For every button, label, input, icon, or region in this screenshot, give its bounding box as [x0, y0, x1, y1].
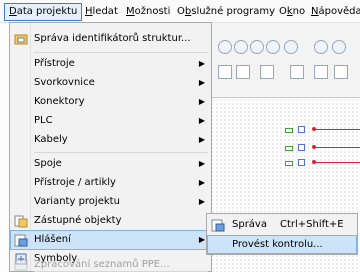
- data-projektu-menu: Správa identifikátorů struktur... Přístr…: [9, 22, 212, 272]
- connector-pin-icon: [298, 159, 305, 166]
- submenu-item-label: Správa: [232, 219, 267, 230]
- menu-item-label: Varianty projektu: [34, 196, 120, 207]
- placeholder-objects-icon: [14, 215, 28, 228]
- connector-pin-icon: [298, 144, 305, 151]
- terminal-icon: [285, 146, 293, 151]
- menu-hledat[interactable]: Hledat: [85, 4, 118, 20]
- submenu-arrow-icon: ▶: [198, 135, 205, 144]
- list-icon[interactable]: [260, 65, 274, 79]
- submenu-arrow-icon: ▶: [198, 159, 205, 168]
- menu-item-sprava-identifikatoru[interactable]: Správa identifikátorů struktur...: [10, 29, 211, 49]
- hlaseni-submenu: Správa Ctrl+Shift+E Provést kontrolu...: [206, 213, 358, 255]
- menu-item-label: Hlášení: [34, 234, 71, 245]
- menu-label: Okno: [279, 6, 306, 17]
- menu-obsluzne-programy[interactable]: Obslužné programy: [177, 4, 275, 20]
- macro-icon[interactable]: [236, 65, 250, 79]
- menu-item-label: Správa identifikátorů struktur...: [34, 33, 191, 44]
- menu-item-label: Konektory: [34, 96, 85, 107]
- zoom-window-icon[interactable]: [284, 40, 298, 54]
- menu-data-projektu[interactable]: Data projektu: [4, 3, 83, 21]
- report-icon[interactable]: [290, 65, 304, 79]
- menu-okno[interactable]: Okno: [279, 4, 305, 20]
- menu-item-zpracovani-ppe: Zpracování seznamů PPE...: [10, 255, 211, 272]
- grid-icon[interactable]: [314, 65, 328, 79]
- terminal-icon: [285, 161, 293, 166]
- submenu-item-sprava[interactable]: Správa Ctrl+Shift+E: [207, 215, 357, 234]
- toolbar: [211, 23, 360, 97]
- menu-label: Nápověda: [311, 6, 360, 17]
- menu-item-svorkovnice[interactable]: Svorkovnice ▶: [10, 73, 211, 93]
- message-manage-icon: [211, 219, 225, 232]
- wire: [315, 147, 360, 148]
- menu-item-label: Kabely: [34, 134, 68, 145]
- menu-item-pristroje[interactable]: Přístroje ▶: [10, 54, 211, 74]
- separator: [34, 152, 208, 153]
- menu-item-label: Zástupné objekty: [34, 215, 122, 226]
- menu-item-hlaseni[interactable]: Hlášení ▶: [10, 230, 211, 250]
- zoom-fit-icon[interactable]: [266, 40, 280, 54]
- separator: [34, 52, 208, 53]
- folder-grid-icon: [14, 34, 28, 45]
- zoom-in-icon[interactable]: [234, 40, 248, 54]
- submenu-arrow-icon: ▶: [198, 116, 205, 125]
- submenu-arrow-icon: ▶: [198, 178, 205, 187]
- submenu-arrow-icon: ▶: [198, 97, 205, 106]
- menu-item-plc[interactable]: PLC ▶: [10, 111, 211, 131]
- submenu-arrow-icon: ▶: [198, 59, 205, 68]
- circle-tool-icon[interactable]: [218, 40, 232, 54]
- menu-label: Možnosti: [126, 6, 171, 17]
- menu-item-label: Svorkovnice: [34, 77, 95, 88]
- wire: [315, 129, 360, 130]
- menu-napoveda[interactable]: Nápověda: [311, 4, 360, 20]
- menu-label: Data projektu: [9, 6, 78, 17]
- menu-item-label: Spoje: [34, 158, 62, 169]
- menu-item-kabely[interactable]: Kabely ▶: [10, 130, 211, 150]
- shortcut-label: Ctrl+Shift+E: [280, 219, 344, 230]
- forward-icon[interactable]: [332, 40, 346, 54]
- menu-item-spoje[interactable]: Spoje ▶: [10, 154, 211, 174]
- submenu-arrow-icon: ▶: [198, 197, 205, 206]
- messages-icon: [14, 234, 28, 247]
- menu-item-label: Přístroje: [34, 58, 75, 69]
- menu-item-varianty-projektu[interactable]: Varianty projektu ▶: [10, 192, 211, 212]
- zoom-out-icon[interactable]: [250, 40, 264, 54]
- submenu-item-label: Provést kontrolu...: [232, 239, 323, 250]
- menu-item-label: Přístroje / artikly: [34, 177, 116, 188]
- submenu-arrow-icon: ▶: [198, 78, 205, 87]
- menu-item-label: Zpracování seznamů PPE...: [34, 259, 170, 270]
- table-icon[interactable]: [334, 65, 348, 79]
- ppe-icon: [14, 259, 28, 271]
- submenu-item-provest-kontrolu[interactable]: Provést kontrolu...: [207, 235, 357, 254]
- menu-label: Hledat: [85, 6, 118, 17]
- menu-item-zastupne-objekty[interactable]: Zástupné objekty: [10, 211, 211, 231]
- menu-item-konektory[interactable]: Konektory ▶: [10, 92, 211, 112]
- menu-item-label: PLC: [34, 115, 53, 126]
- submenu-arrow-icon: ▶: [198, 235, 205, 244]
- menu-bar: Data projektu Hledat Možnosti Obslužné p…: [0, 0, 360, 23]
- wire: [315, 162, 360, 163]
- menu-label: Obslužné programy: [177, 6, 276, 17]
- back-icon[interactable]: [314, 40, 328, 54]
- connector-pin-icon: [298, 126, 305, 133]
- terminal-icon: [285, 128, 293, 133]
- page-icon[interactable]: [218, 65, 232, 79]
- menu-moznosti[interactable]: Možnosti: [126, 4, 170, 20]
- menu-item-pristroje-artikly[interactable]: Přístroje / artikly ▶: [10, 173, 211, 193]
